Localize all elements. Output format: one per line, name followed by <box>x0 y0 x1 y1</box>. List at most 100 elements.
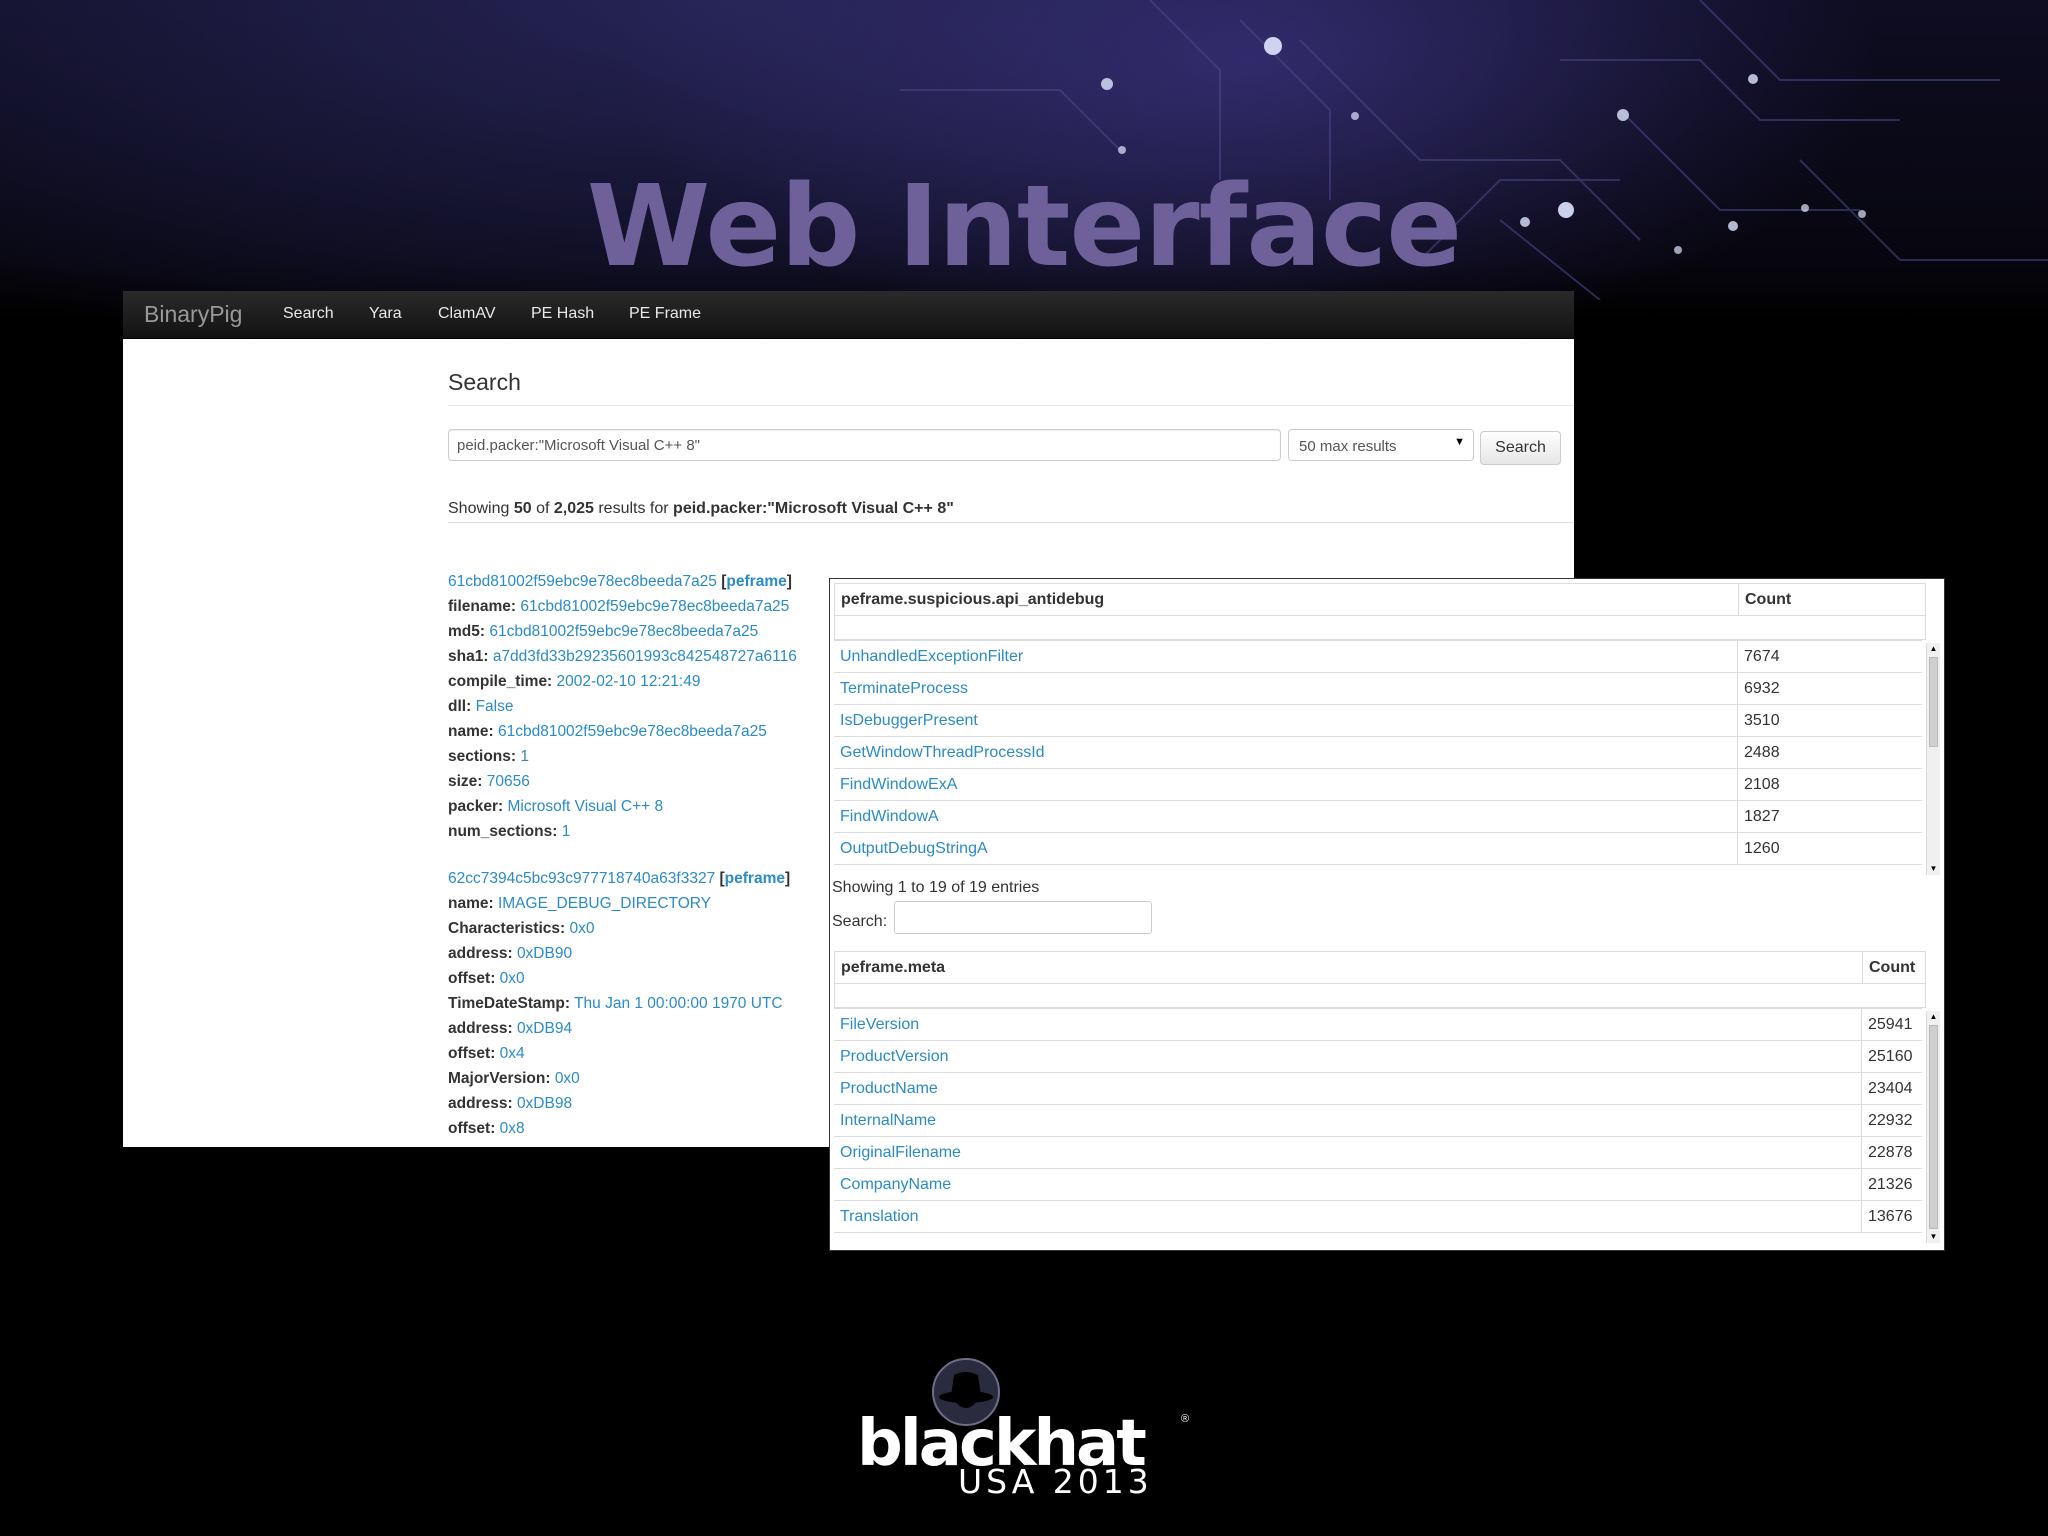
table-row[interactable]: FindWindowExA 2108 <box>834 768 1922 801</box>
field-value[interactable]: 0x8 <box>500 1120 525 1137</box>
peframe-link[interactable]: peframe <box>726 573 786 590</box>
field-value[interactable]: Thu Jan 1 00:00:00 1970 UTC <box>574 995 783 1012</box>
api-name-link[interactable]: IsDebuggerPresent <box>840 705 978 737</box>
field-value[interactable]: False <box>476 698 514 715</box>
meta-name-link[interactable]: OriginalFilename <box>840 1137 961 1169</box>
scroll-up-icon[interactable]: ▲ <box>1927 643 1940 655</box>
max-results-select[interactable]: 50 max results ▼ <box>1288 429 1474 461</box>
nav-pe-frame[interactable]: PE Frame <box>629 305 701 323</box>
scroll-down-icon[interactable]: ▼ <box>1927 1231 1940 1243</box>
field-value[interactable]: Microsoft Visual C++ 8 <box>507 798 663 815</box>
count-cell: 22878 <box>1861 1137 1913 1169</box>
search-button[interactable]: Search <box>1480 431 1561 465</box>
api-name-link[interactable]: FindWindowExA <box>840 769 957 801</box>
col-header-count[interactable]: Count <box>1738 584 1926 615</box>
field-value[interactable]: 0xDB94 <box>517 1020 572 1037</box>
result-record: 62cc7394c5bc93c977718740a63f3327 [pefram… <box>448 870 791 1137</box>
count-cell: 23404 <box>1861 1073 1913 1105</box>
table-row[interactable]: IsDebuggerPresent 3510 <box>834 704 1922 737</box>
table-row[interactable]: ProductVersion 25160 <box>834 1040 1922 1073</box>
count-cell: 25941 <box>1861 1009 1913 1041</box>
nav-yara[interactable]: Yara <box>369 305 402 323</box>
dropdown-arrow-icon: ▼ <box>1454 436 1465 448</box>
table-row[interactable]: OriginalFilename 22878 <box>834 1136 1922 1169</box>
search-query-input[interactable] <box>448 429 1281 461</box>
field-key: address: <box>448 1020 513 1037</box>
record-id-link[interactable]: 62cc7394c5bc93c977718740a63f3327 <box>448 870 715 887</box>
nav-clamav[interactable]: ClamAV <box>438 305 496 323</box>
count-cell: 1260 <box>1737 833 1780 865</box>
meta-name-link[interactable]: CompanyName <box>840 1169 951 1201</box>
table-row[interactable]: TerminateProcess 6932 <box>834 672 1922 705</box>
field-value[interactable]: 1 <box>520 748 529 765</box>
field-key: sha1: <box>448 648 489 665</box>
table-row[interactable]: UnhandledExceptionFilter 7674 <box>834 640 1922 673</box>
scroll-thumb[interactable] <box>1929 1025 1938 1229</box>
table-row[interactable]: FindWindowA 1827 <box>834 800 1922 833</box>
nav-pe-hash[interactable]: PE Hash <box>531 305 594 323</box>
field-key: MajorVersion: <box>448 1070 551 1087</box>
field-key: sections: <box>448 748 517 765</box>
meta-name-link[interactable]: Translation <box>840 1201 919 1233</box>
table-row[interactable]: GetWindowThreadProcessId 2488 <box>834 736 1922 769</box>
api-name-link[interactable]: TerminateProcess <box>840 673 968 705</box>
api-name-link[interactable]: OutputDebugStringA <box>840 833 988 865</box>
summary-of: of <box>531 500 554 517</box>
meta-name-link[interactable]: ProductName <box>840 1073 938 1105</box>
header-spacer <box>834 984 1926 1008</box>
field-value[interactable]: 0xDB90 <box>517 945 572 962</box>
field-key: size: <box>448 773 483 790</box>
count-cell: 7674 <box>1737 641 1780 673</box>
table-row[interactable]: InternalName 22932 <box>834 1104 1922 1137</box>
scroll-down-icon[interactable]: ▼ <box>1927 863 1940 875</box>
count-cell: 25160 <box>1861 1041 1913 1073</box>
antidebug-scrollbar[interactable]: ▲ ▼ <box>1926 643 1940 875</box>
slide-title: Web Interface <box>586 162 1462 292</box>
field-value[interactable]: a7dd3fd33b29235601993c842548727a6116 <box>493 648 797 665</box>
field-key: name: <box>448 895 494 912</box>
table-filter-input[interactable] <box>894 901 1152 934</box>
table-row[interactable]: OutputDebugStringA 1260 <box>834 832 1922 865</box>
field-value[interactable]: 0xDB98 <box>517 1095 572 1112</box>
table-row[interactable]: FileVersion 25941 <box>834 1008 1922 1041</box>
table-row[interactable]: CompanyName 21326 <box>834 1168 1922 1201</box>
meta-name-link[interactable]: ProductVersion <box>840 1041 949 1073</box>
max-results-value: 50 max results <box>1299 438 1397 455</box>
field-value[interactable]: 70656 <box>487 773 530 790</box>
field-value[interactable]: 2002-02-10 12:21:49 <box>557 673 701 690</box>
nav-search[interactable]: Search <box>283 305 334 323</box>
antidebug-table-header: peframe.suspicious.api_antidebug Count <box>834 583 1926 616</box>
record-id-link[interactable]: 61cbd81002f59ebc9e78ec8beeda7a25 <box>448 573 717 590</box>
field-value[interactable]: 0x0 <box>500 970 525 987</box>
table-row[interactable]: Translation 13676 <box>834 1200 1922 1233</box>
summary-query: peid.packer:"Microsoft Visual C++ 8" <box>673 500 954 517</box>
field-value[interactable]: 61cbd81002f59ebc9e78ec8beeda7a25 <box>489 623 758 640</box>
field-value[interactable]: 61cbd81002f59ebc9e78ec8beeda7a25 <box>498 723 767 740</box>
table-row[interactable]: ProductName 23404 <box>834 1072 1922 1105</box>
col-header-name[interactable]: peframe.suspicious.api_antidebug <box>835 584 1104 615</box>
scroll-up-icon[interactable]: ▲ <box>1927 1011 1940 1023</box>
meta-scrollbar[interactable]: ▲ ▼ <box>1926 1011 1940 1243</box>
field-value[interactable]: 0x0 <box>555 1070 580 1087</box>
field-key: dll: <box>448 698 472 715</box>
meta-table-header: peframe.meta Count <box>834 951 1926 984</box>
col-header-count[interactable]: Count <box>1862 952 1926 983</box>
summary-prefix: Showing <box>448 500 514 517</box>
peframe-link[interactable]: peframe <box>725 870 785 887</box>
meta-name-link[interactable]: InternalName <box>840 1105 936 1137</box>
api-name-link[interactable]: FindWindowA <box>840 801 939 833</box>
field-value[interactable]: IMAGE_DEBUG_DIRECTORY <box>498 895 711 912</box>
field-value[interactable]: 0x0 <box>569 920 594 937</box>
field-value[interactable]: 61cbd81002f59ebc9e78ec8beeda7a25 <box>520 598 789 615</box>
field-key: offset: <box>448 1120 496 1137</box>
brand-link[interactable]: BinaryPig <box>144 301 242 328</box>
filter-label: Search: <box>832 913 888 930</box>
meta-name-link[interactable]: FileVersion <box>840 1009 919 1041</box>
field-value[interactable]: 1 <box>562 823 571 840</box>
api-name-link[interactable]: GetWindowThreadProcessId <box>840 737 1045 769</box>
heading-divider <box>448 405 1574 406</box>
api-name-link[interactable]: UnhandledExceptionFilter <box>840 641 1023 673</box>
col-header-name[interactable]: peframe.meta <box>835 952 945 983</box>
scroll-thumb[interactable] <box>1929 657 1938 747</box>
field-value[interactable]: 0x4 <box>500 1045 525 1062</box>
